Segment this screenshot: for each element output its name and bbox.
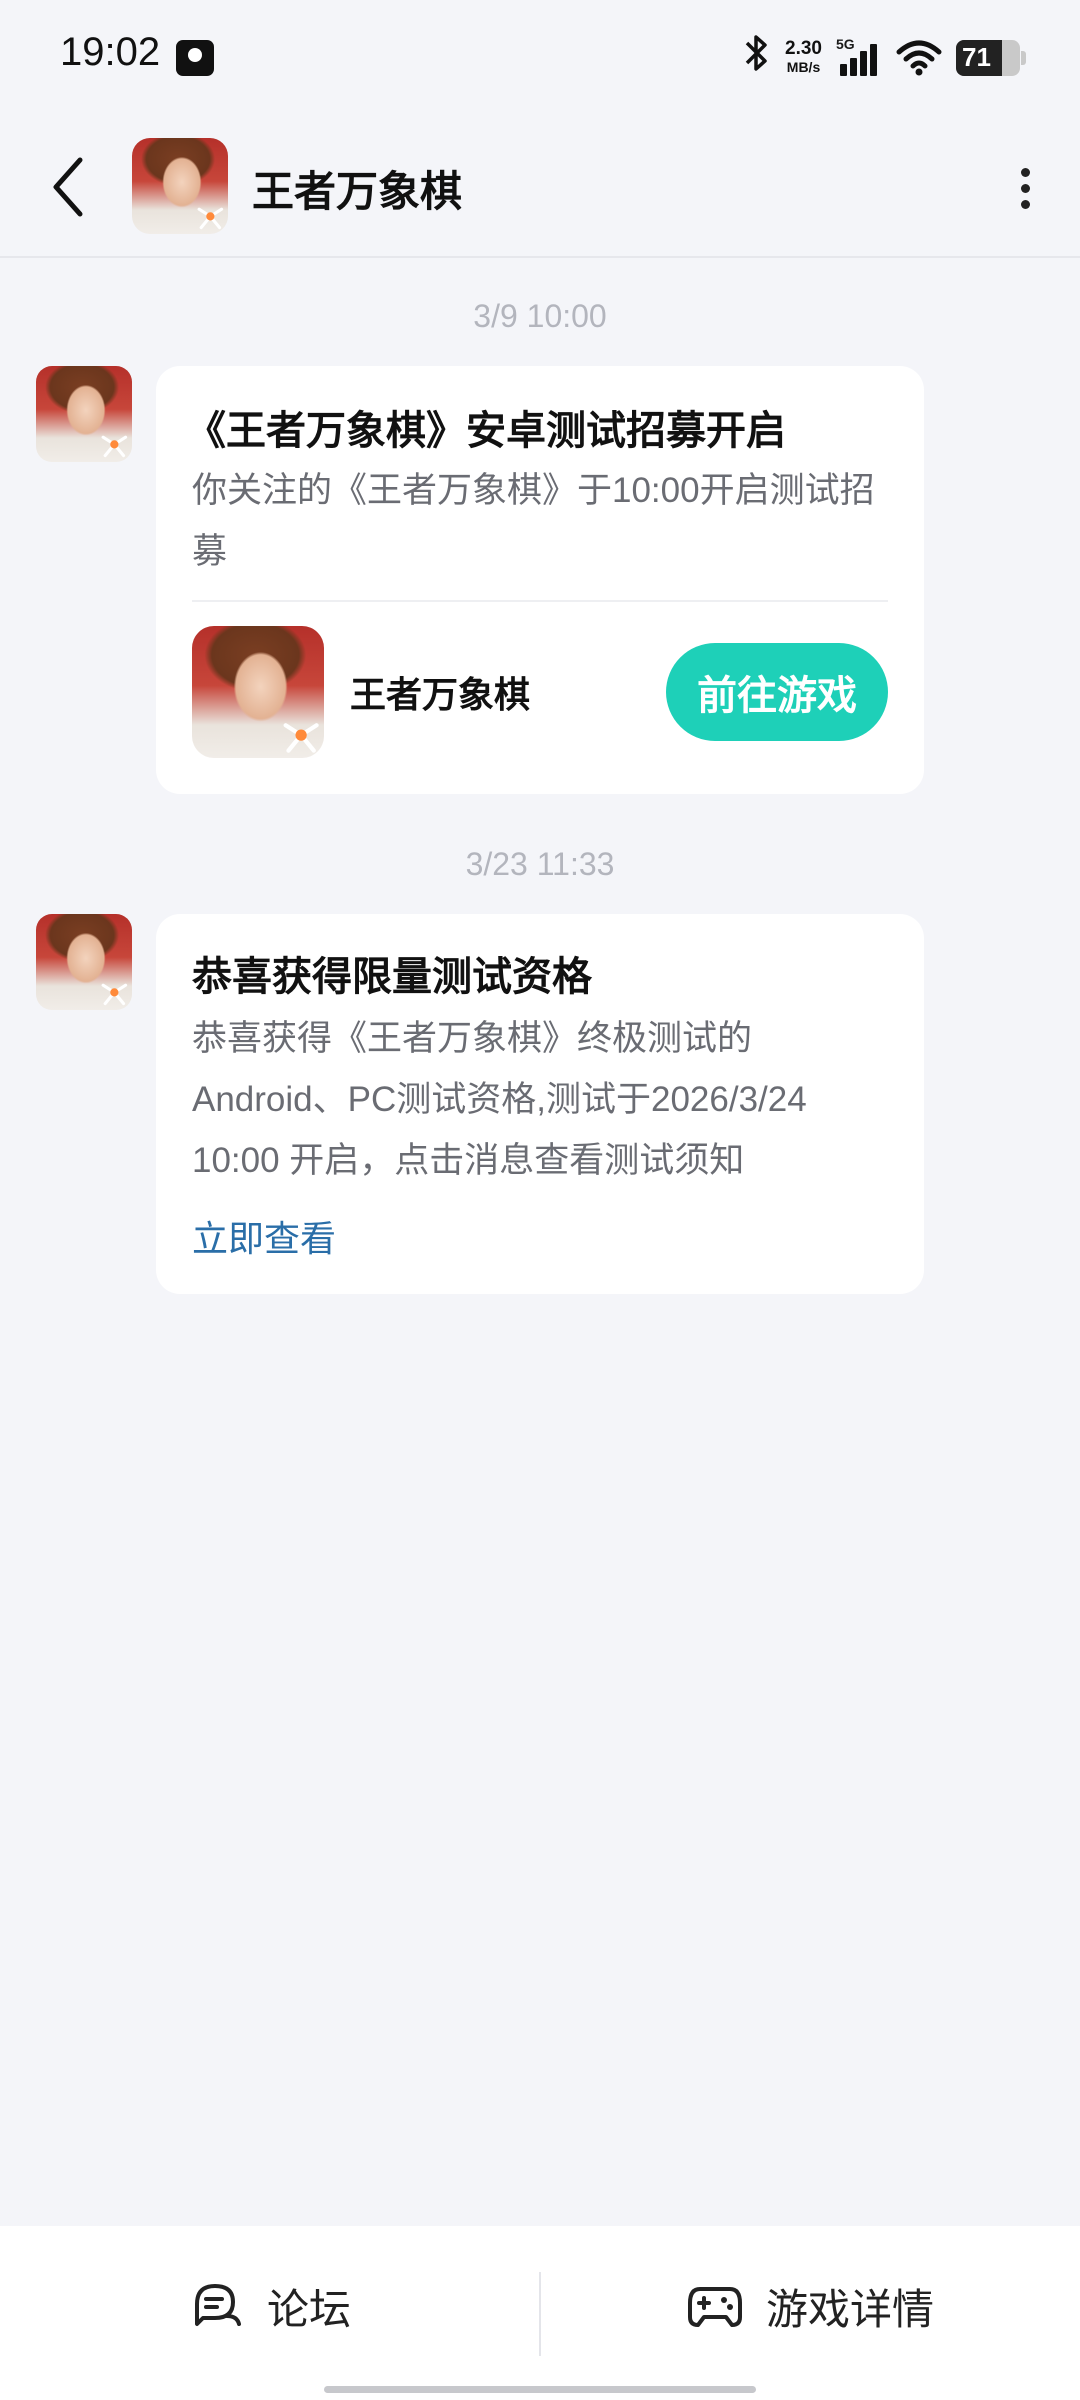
game-details-button[interactable]: 游戏详情	[540, 2226, 1080, 2386]
go-to-game-button[interactable]: 前往游戏	[666, 643, 888, 741]
message-timestamp: 3/9 10:00	[473, 298, 607, 334]
status-icons: 2.30 MB/s 5G 71	[741, 33, 1026, 83]
battery-level: 71	[962, 42, 991, 72]
message-body: 恭喜获得《王者万象棋》终极测试的Android、PC测试资格,测试于2026/3…	[192, 1019, 807, 1180]
gift-badge-icon	[197, 207, 224, 230]
page-title: 王者万象棋	[252, 167, 463, 216]
wifi-icon	[896, 38, 942, 78]
status-bar: 19:02 2.30 MB/s 5G 71	[0, 0, 1080, 118]
message-title: 《王者万象棋》安卓测试招募开启	[186, 408, 786, 454]
forum-button[interactable]: 论坛	[0, 2226, 540, 2386]
chat-header: 王者万象棋	[0, 118, 1080, 258]
bottom-bar: 论坛 游戏详情	[0, 2226, 1080, 2400]
gift-badge-icon	[101, 983, 128, 1006]
bluetooth-icon	[741, 33, 771, 83]
view-now-link[interactable]: 立即查看	[192, 1210, 336, 1262]
message-card[interactable]: 《王者万象棋》安卓测试招募开启 你关注的《王者万象棋》于10:00开启测试招募 …	[156, 366, 924, 794]
network-speed-value: 2.30	[785, 38, 822, 59]
game-name: 王者万象棋	[350, 675, 531, 716]
network-type-label: 5G	[836, 36, 855, 52]
message-body: 你关注的《王者万象棋》于10:00开启测试招募	[192, 471, 875, 571]
more-options-button[interactable]	[1010, 158, 1040, 218]
message-card[interactable]: 恭喜获得限量测试资格 恭喜获得《王者万象棋》终极测试的Android、PC测试资…	[156, 914, 924, 1294]
message-title: 恭喜获得限量测试资格	[192, 954, 592, 1000]
game-details-label: 游戏详情	[765, 2284, 934, 2334]
message-timestamp: 3/23 11:33	[465, 846, 615, 882]
status-time: 19:02	[60, 30, 161, 74]
sender-avatar[interactable]	[36, 366, 132, 462]
cellular-signal-icon: 5G	[836, 36, 882, 78]
notification-app-icon	[176, 40, 214, 76]
gift-badge-icon	[283, 722, 319, 753]
game-avatar[interactable]	[132, 138, 228, 234]
gamepad-icon	[687, 2287, 742, 2327]
divider	[192, 600, 888, 602]
back-button[interactable]	[38, 150, 108, 224]
game-icon[interactable]	[192, 626, 324, 758]
chat-bubble-icon	[194, 2284, 241, 2326]
chevron-left-icon	[53, 157, 83, 217]
home-indicator[interactable]	[324, 2386, 756, 2393]
network-speed-unit: MB/s	[786, 59, 821, 75]
gift-badge-icon	[101, 435, 128, 458]
forum-label: 论坛	[266, 2284, 351, 2334]
sender-avatar[interactable]	[36, 914, 132, 1010]
battery-icon: 71	[956, 40, 1026, 76]
network-speed: 2.30 MB/s	[785, 38, 822, 76]
